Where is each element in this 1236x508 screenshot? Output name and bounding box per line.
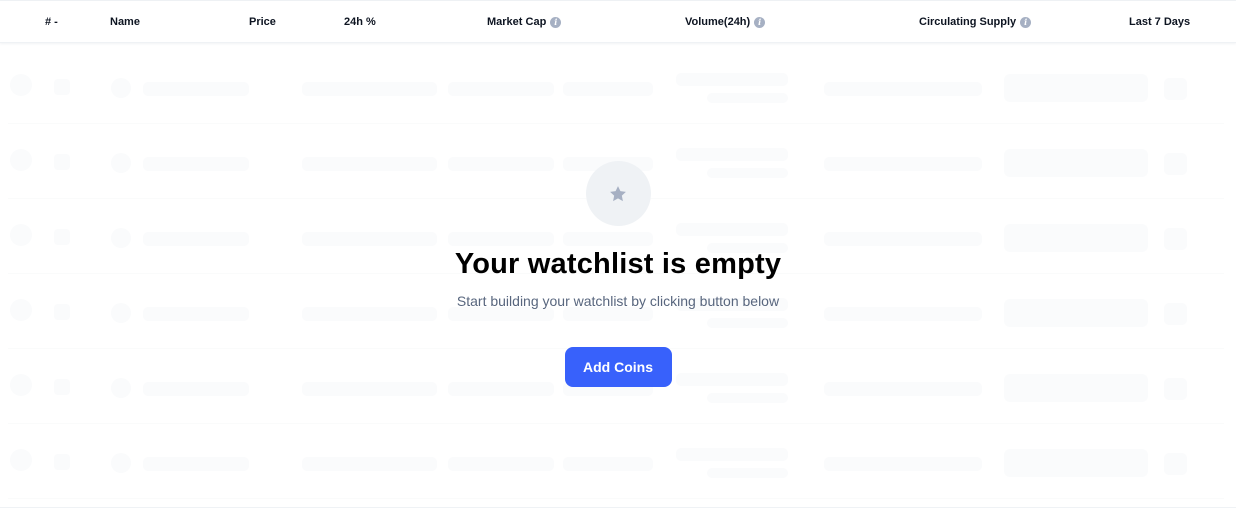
info-icon[interactable]: i — [550, 16, 562, 28]
header-supply-label: Circulating Supply — [919, 16, 1017, 28]
info-icon[interactable]: i — [754, 16, 766, 28]
star-icon — [610, 185, 626, 201]
header-rank-label: # - — [45, 16, 58, 28]
watchlist-panel: # - Name Price 24h % Market Cap i Volume… — [0, 0, 1236, 508]
header-price[interactable]: Price — [249, 14, 276, 30]
header-rank[interactable]: # - — [45, 14, 58, 30]
header-24h-label: 24h % — [344, 16, 376, 28]
table-header: # - Name Price 24h % Market Cap i Volume… — [0, 1, 1236, 43]
header-name[interactable]: Name — [110, 14, 140, 30]
info-icon[interactable]: i — [1020, 16, 1032, 28]
star-icon-container — [585, 161, 651, 226]
add-coins-button[interactable]: Add Coins — [564, 347, 672, 387]
empty-state: Your watchlist is empty Start building y… — [0, 161, 1236, 387]
header-last7-label: Last 7 Days — [1129, 16, 1191, 28]
empty-state-title: Your watchlist is empty — [454, 248, 782, 280]
header-volume-label: Volume(24h) — [685, 16, 751, 28]
header-name-label: Name — [110, 16, 140, 28]
header-circulating-supply[interactable]: Circulating Supply i — [919, 14, 1032, 30]
header-volume[interactable]: Volume(24h) i — [685, 14, 766, 30]
header-market-cap[interactable]: Market Cap i — [487, 14, 562, 30]
header-24h-change[interactable]: 24h % — [344, 14, 376, 30]
header-last-7-days: Last 7 Days — [1129, 14, 1190, 30]
header-market-cap-label: Market Cap — [487, 16, 547, 28]
empty-state-subtitle: Start building your watchlist by clickin… — [456, 293, 780, 309]
header-price-label: Price — [249, 16, 276, 28]
